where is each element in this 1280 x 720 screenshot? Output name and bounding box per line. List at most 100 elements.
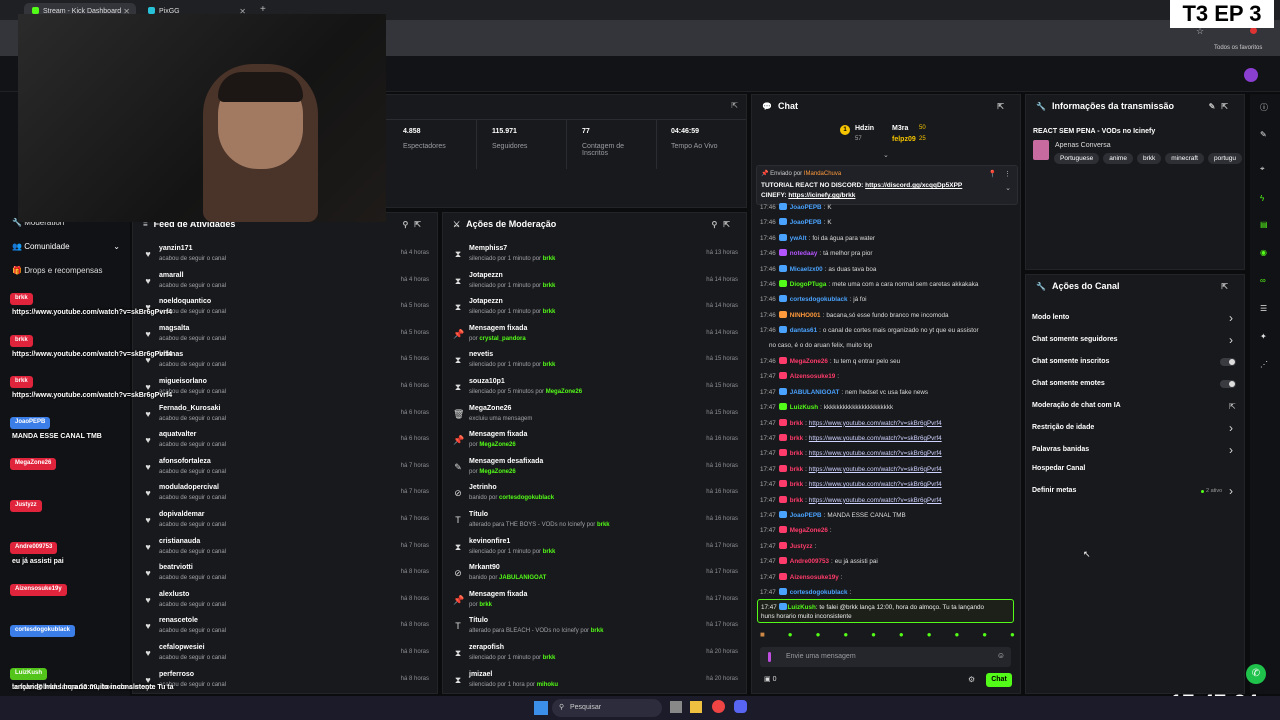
message-user[interactable]: ywAlt <box>790 235 807 242</box>
emote-icon[interactable]: ● <box>954 630 959 642</box>
chevron-down-icon[interactable]: ⌄ <box>883 151 889 159</box>
message-user[interactable]: brkk <box>790 466 803 473</box>
feed-user[interactable]: renascetole <box>159 617 198 624</box>
message-user[interactable]: brkk <box>790 497 803 504</box>
discord-icon[interactable] <box>734 700 747 713</box>
info-icon[interactable]: ⓘ <box>1260 102 1268 113</box>
message-user[interactable]: DiogoPTuga <box>790 281 827 288</box>
message-user[interactable]: Justyzz <box>790 543 813 550</box>
feed-user[interactable]: aquatvalter <box>159 431 196 438</box>
mod-by-user[interactable]: MegaZone26 <box>479 442 515 448</box>
message-user[interactable]: Andre009753 <box>790 558 829 565</box>
mod-by-user[interactable]: brkk <box>543 256 556 262</box>
message-user[interactable]: Aizensosuke19y <box>790 574 839 581</box>
mod-by-user[interactable]: MegaZone26 <box>546 389 582 395</box>
emote-icon[interactable]: ● <box>816 630 821 642</box>
feed-user[interactable]: moduladopercival <box>159 484 219 491</box>
filter-icon[interactable]: ⚲ <box>711 220 723 229</box>
mod-by-user[interactable]: brkk <box>591 628 604 634</box>
emote-icon[interactable]: ● <box>982 630 987 642</box>
mod-by-user[interactable]: brkk <box>543 655 556 661</box>
feed-user[interactable]: cristianauda <box>159 538 200 545</box>
channel-action-item[interactable]: Hospedar Canal <box>1032 465 1085 472</box>
chat-input[interactable]: Envie uma mensagem ☺ <box>760 647 1011 667</box>
tag-chip[interactable]: Portuguese <box>1054 153 1100 164</box>
pencil-icon[interactable]: ✎ <box>1260 130 1267 139</box>
message-link[interactable]: https://www.youtube.com/watch?v=skBr6gPv… <box>809 420 942 427</box>
mod-target[interactable]: Jotapezzn <box>469 298 503 305</box>
emote-icon[interactable]: ● <box>871 630 876 642</box>
feed-user[interactable]: beatrviotti <box>159 564 193 571</box>
tag-chip[interactable]: minecraft <box>1165 153 1204 164</box>
channel-action-item[interactable]: Modo lento <box>1032 314 1069 321</box>
toggle-switch[interactable] <box>1220 358 1236 366</box>
mod-target[interactable]: kevinonfire1 <box>469 538 510 545</box>
mod-target[interactable]: Mrkant90 <box>469 564 500 571</box>
chevron-down-icon[interactable]: ⌄ <box>1005 184 1011 192</box>
feed-user[interactable]: perferroso <box>159 671 194 678</box>
mod-by-user[interactable]: brkk <box>543 309 556 315</box>
popout-icon[interactable]: ⇱ <box>723 220 736 229</box>
message-user[interactable]: JoaoPEPB <box>790 204 822 211</box>
message-user[interactable]: cortesdogokublack <box>790 589 848 596</box>
mod-target[interactable]: zerapofish <box>469 644 504 651</box>
emote-icon[interactable]: ■ <box>760 630 765 642</box>
pinned-link-2[interactable]: https://icinefy.gg/brkk <box>788 192 855 199</box>
message-user[interactable]: dantas61 <box>790 327 817 334</box>
chevron-right-icon[interactable]: › <box>1229 311 1233 325</box>
windows-start-icon[interactable] <box>534 701 548 715</box>
popout-icon[interactable]: ⇱ <box>731 101 738 110</box>
channel-action-item[interactable]: Definir metas <box>1032 487 1076 494</box>
chevron-right-icon[interactable]: › <box>1229 333 1233 347</box>
mod-by-user[interactable]: brkk <box>479 602 492 608</box>
taskbar-search[interactable]: ⚲ Pesquisar <box>552 699 662 717</box>
emote-icon[interactable]: ● <box>927 630 932 642</box>
feed-user[interactable]: yanzin171 <box>159 245 192 252</box>
mod-target[interactable]: MegaZone26 <box>469 405 511 412</box>
mod-target[interactable]: Jotapezzn <box>469 272 503 279</box>
pinned-by-user[interactable]: IMandaChuva <box>804 171 841 177</box>
task-view-icon[interactable] <box>670 701 682 713</box>
mod-target[interactable]: Título <box>469 511 488 518</box>
feed-user[interactable]: Fernado_Kurosaki <box>159 405 220 412</box>
emote-icon[interactable]: ● <box>899 630 904 642</box>
popout-icon[interactable]: ⇱ <box>414 220 427 229</box>
mod-by-user[interactable]: brkk <box>543 362 556 368</box>
popout-icon[interactable]: ⇱ <box>997 102 1010 111</box>
mod-by-user[interactable]: brkk <box>597 522 610 528</box>
message-user[interactable]: JoaoPEPB <box>790 512 822 519</box>
tag-chip[interactable]: brkk <box>1136 153 1162 164</box>
chrome-icon[interactable] <box>712 700 725 713</box>
avatar[interactable] <box>1244 68 1258 82</box>
pinned-link-1[interactable]: https://discord.gg/xcqqDp5XPP <box>865 182 962 189</box>
mod-target[interactable]: Mensagem fixada <box>469 325 527 332</box>
channel-action-item[interactable]: Restrição de idade <box>1032 424 1094 431</box>
unpin-icon[interactable]: 📍 <box>988 170 997 178</box>
feed-user[interactable]: amarall <box>159 272 184 279</box>
message-user[interactable]: brkk <box>790 481 803 488</box>
feed-user[interactable]: dopivaldemar <box>159 511 205 518</box>
mod-by-user[interactable]: brkk <box>543 283 556 289</box>
trash-icon[interactable]: ▤ <box>1260 220 1268 229</box>
message-user[interactable]: LuizKush <box>788 604 816 611</box>
bolt-icon[interactable]: ϟ <box>1260 194 1264 203</box>
toggle-switch[interactable] <box>1220 380 1236 388</box>
popout-icon[interactable]: ⇱ <box>1221 282 1234 291</box>
chevron-right-icon[interactable]: › <box>1229 484 1233 498</box>
message-link[interactable]: https://www.youtube.com/watch?v=skBr6gPv… <box>809 497 942 504</box>
share-icon[interactable]: ⋰ <box>1260 360 1268 369</box>
sidebar-item-drops[interactable]: 🎁 Drops e recompensas <box>12 266 102 275</box>
feed-user[interactable]: migueisorlano <box>159 378 207 385</box>
feed-user[interactable]: alexlusto <box>159 591 189 598</box>
message-user[interactable]: Micaelzx00 <box>790 266 823 273</box>
send-chat-button[interactable]: Chat <box>986 673 1012 687</box>
message-user[interactable]: brkk <box>790 435 803 442</box>
mod-target[interactable]: souza10p1 <box>469 378 505 385</box>
link-icon[interactable]: ∞ <box>1260 276 1266 285</box>
message-user[interactable]: brkk <box>790 420 803 427</box>
external-link-icon[interactable]: ⇱ <box>1229 402 1236 411</box>
message-user[interactable]: Alzensosuke19 <box>790 373 836 380</box>
message-user[interactable]: MegaZone26 <box>790 358 828 365</box>
feed-user[interactable]: magsalta <box>159 325 189 332</box>
channel-action-item[interactable]: Chat somente inscritos <box>1032 358 1109 365</box>
